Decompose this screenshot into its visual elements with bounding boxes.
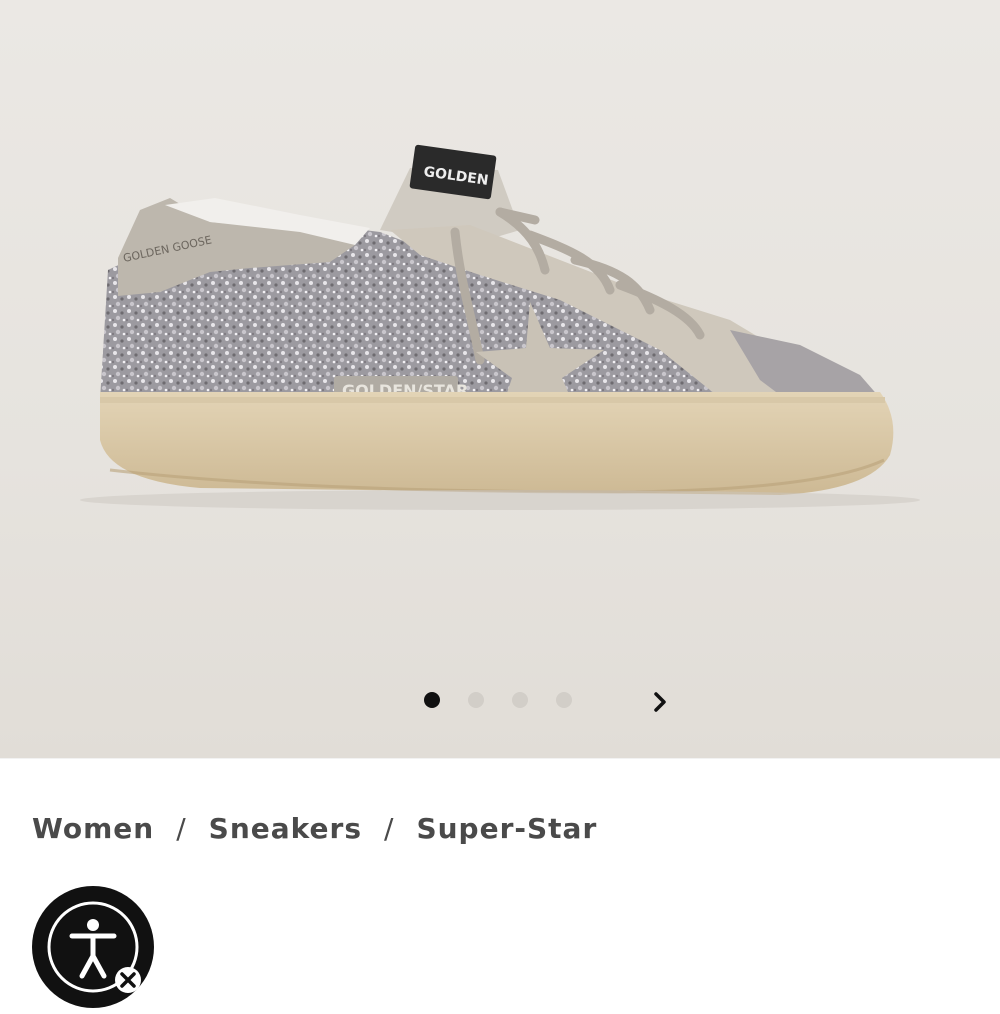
chevron-right-icon [654, 692, 666, 712]
section-divider [0, 758, 1000, 759]
carousel-dot-3[interactable] [512, 692, 528, 708]
carousel-dots [424, 690, 572, 710]
breadcrumb-separator: / [384, 812, 395, 845]
accessibility-button[interactable] [30, 884, 156, 1010]
carousel-next-button[interactable] [646, 688, 674, 716]
product-image-gallery[interactable]: GOLDEN GOLDEN/STAR GOLDEN GOOSE [0, 0, 1000, 758]
breadcrumb: Women / Sneakers / Super-Star [32, 812, 597, 845]
carousel-dot-1[interactable] [424, 692, 440, 708]
breadcrumb-item-super-star[interactable]: Super-Star [416, 812, 597, 845]
accessibility-icon [32, 886, 154, 1008]
breadcrumb-separator: / [176, 812, 187, 845]
carousel-dot-4[interactable] [556, 692, 572, 708]
breadcrumb-item-sneakers[interactable]: Sneakers [209, 812, 362, 845]
product-image: GOLDEN GOLDEN/STAR GOLDEN GOOSE [80, 144, 920, 510]
breadcrumb-item-women[interactable]: Women [32, 812, 154, 845]
carousel-dot-2[interactable] [468, 692, 484, 708]
